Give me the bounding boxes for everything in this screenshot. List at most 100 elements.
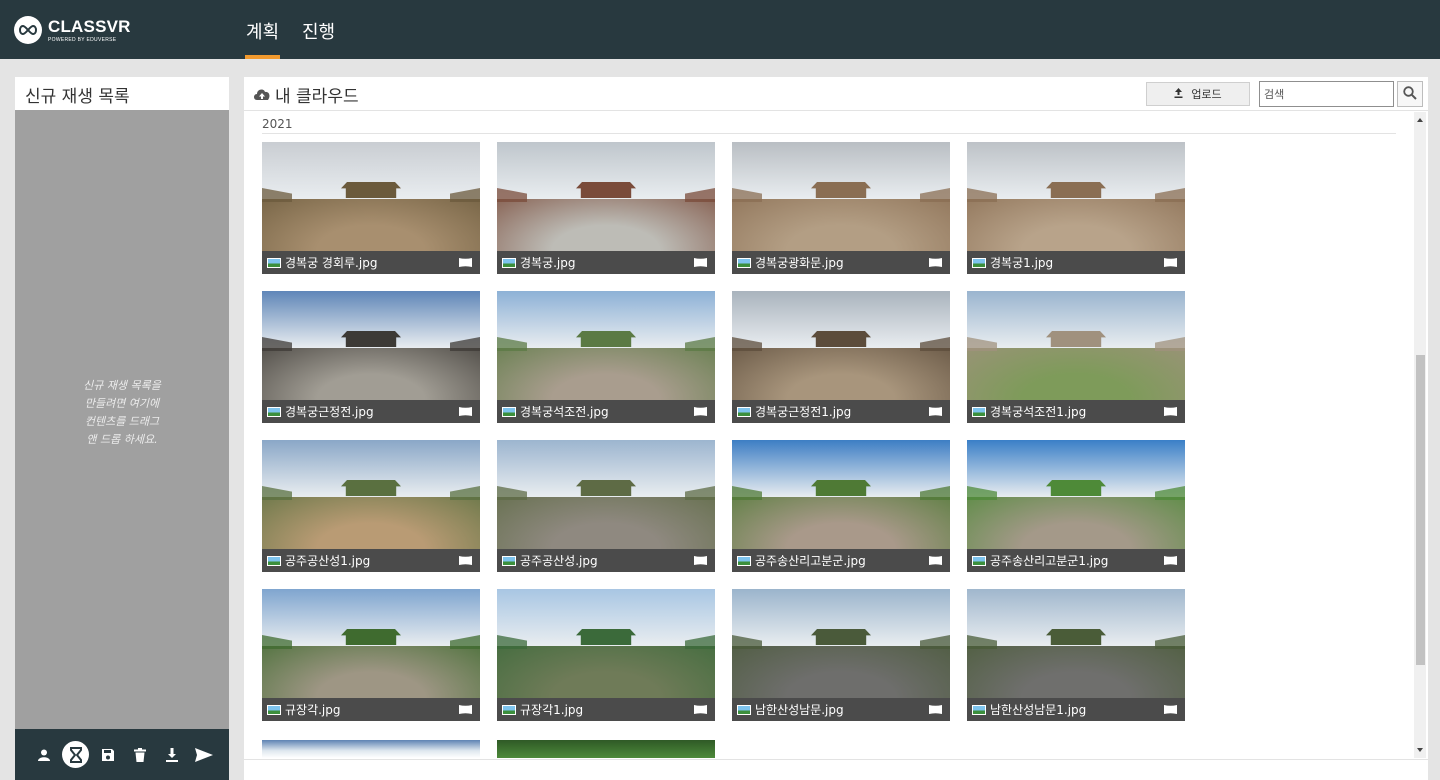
save-icon[interactable] <box>94 741 121 768</box>
image-file-icon <box>502 555 516 566</box>
media-filename: 규장각.jpg <box>285 703 341 717</box>
media-tile[interactable]: 경복궁 경회루.jpg <box>262 142 480 274</box>
image-file-icon <box>267 257 281 268</box>
media-tile[interactable]: 남한산성남문.jpg <box>732 589 950 721</box>
brand-name: CLASSVR <box>48 16 131 36</box>
media-caption: 남한산성남문.jpg <box>732 698 950 721</box>
media-caption: 공주공산성.jpg <box>497 549 715 572</box>
media-caption: 경복궁.jpg <box>497 251 715 274</box>
media-filename: 경복궁근정전1.jpg <box>755 405 852 419</box>
panorama-icon <box>459 407 472 416</box>
media-tile[interactable]: 경복궁근정전.jpg <box>262 291 480 423</box>
media-caption: 경복궁근정전1.jpg <box>732 400 950 423</box>
panorama-icon <box>459 258 472 267</box>
classvr-logo[interactable]: CLASSVR POWERED BY EDUVERSE <box>14 14 131 46</box>
image-file-icon <box>972 704 986 715</box>
image-file-icon <box>267 704 281 715</box>
scrollbar-thumb[interactable] <box>1416 355 1425 665</box>
media-tile[interactable]: 경복궁광화문.jpg <box>732 142 950 274</box>
media-filename: 공주송산리고분군.jpg <box>755 554 866 568</box>
media-filename: 경복궁광화문.jpg <box>755 256 844 270</box>
image-file-icon <box>267 555 281 566</box>
playlist-toolbar <box>15 729 229 780</box>
scroll-down-icon[interactable] <box>1416 746 1424 754</box>
media-tile[interactable]: 경복궁근정전1.jpg <box>732 291 950 423</box>
hourglass-icon[interactable] <box>62 741 89 768</box>
media-tile-partial[interactable] <box>497 740 715 758</box>
cloud-icon <box>253 85 271 105</box>
playlist-title[interactable]: 신규 재생 목록 <box>15 77 229 110</box>
media-filename: 경복궁 경회루.jpg <box>285 256 378 270</box>
media-thumbnail <box>497 440 715 549</box>
media-tile[interactable]: 공주송산리고분군1.jpg <box>967 440 1185 572</box>
media-tile-partial[interactable] <box>262 740 480 758</box>
media-caption: 경복궁근정전.jpg <box>262 400 480 423</box>
image-file-icon <box>502 406 516 417</box>
search-button[interactable] <box>1397 81 1423 107</box>
media-filename: 남한산성남문.jpg <box>755 703 844 717</box>
cloud-header: 내 클라우드 업로드 <box>244 77 1428 111</box>
media-caption: 남한산성남문1.jpg <box>967 698 1185 721</box>
media-thumbnail <box>262 589 480 698</box>
media-caption: 공주송산리고분군.jpg <box>732 549 950 572</box>
panorama-icon <box>694 407 707 416</box>
media-tile[interactable]: 남한산성남문1.jpg <box>967 589 1185 721</box>
image-file-icon <box>737 704 751 715</box>
panorama-icon <box>929 705 942 714</box>
media-thumbnail <box>732 440 950 549</box>
tab-progress[interactable]: 진행 <box>302 18 335 59</box>
upload-icon <box>1174 87 1183 101</box>
send-icon[interactable] <box>190 741 217 768</box>
media-tile[interactable]: 경복궁석조전.jpg <box>497 291 715 423</box>
media-thumbnail <box>967 291 1185 400</box>
tab-plan[interactable]: 계획 <box>244 18 281 59</box>
upload-button[interactable]: 업로드 <box>1146 82 1250 106</box>
panorama-icon <box>929 407 942 416</box>
media-thumbnail <box>262 291 480 400</box>
media-tile[interactable]: 규장각.jpg <box>262 589 480 721</box>
image-file-icon <box>502 257 516 268</box>
panorama-icon <box>1164 705 1177 714</box>
search-input[interactable] <box>1259 81 1394 107</box>
media-tile[interactable]: 규장각1.jpg <box>497 589 715 721</box>
scrollbar[interactable] <box>1414 112 1426 758</box>
media-filename: 경복궁.jpg <box>520 256 576 270</box>
image-file-icon <box>502 704 516 715</box>
image-file-icon <box>737 406 751 417</box>
playlist-drop-hint: 신규 재생 목록을 만들려면 여기에 컨텐츠를 드래그 앤 드롭 하세요. <box>83 379 161 446</box>
scroll-up-icon[interactable] <box>1416 116 1424 124</box>
panorama-icon <box>1164 556 1177 565</box>
panorama-icon <box>1164 258 1177 267</box>
media-filename: 공주송산리고분군1.jpg <box>990 554 1109 568</box>
image-file-icon <box>737 555 751 566</box>
media-tile[interactable]: 공주공산성.jpg <box>497 440 715 572</box>
media-thumbnail <box>732 291 950 400</box>
search-icon <box>1403 85 1417 104</box>
download-icon[interactable] <box>158 741 185 768</box>
trash-icon[interactable] <box>126 741 153 768</box>
panorama-icon <box>1164 407 1177 416</box>
media-tile[interactable]: 공주송산리고분군.jpg <box>732 440 950 572</box>
panorama-icon <box>459 556 472 565</box>
media-thumbnail <box>967 142 1185 251</box>
media-tile[interactable]: 경복궁석조전1.jpg <box>967 291 1185 423</box>
image-file-icon <box>972 406 986 417</box>
top-bar: CLASSVR POWERED BY EDUVERSE 계획 진행 <box>0 0 1440 59</box>
media-filename: 남한산성남문1.jpg <box>990 703 1087 717</box>
media-filename: 공주공산성1.jpg <box>285 554 371 568</box>
cloud-title: 내 클라우드 <box>275 87 359 107</box>
media-tile[interactable]: 경복궁.jpg <box>497 142 715 274</box>
cloud-panel: 내 클라우드 업로드 2021 경복궁 경회루.jpg 경복궁.jpg 경복궁광화문… <box>244 77 1428 780</box>
upload-label: 업로드 <box>1191 88 1222 101</box>
media-thumbnail <box>967 589 1185 698</box>
user-icon[interactable] <box>30 741 57 768</box>
infinity-icon <box>14 16 42 44</box>
media-filename: 경복궁석조전1.jpg <box>990 405 1087 419</box>
media-tile[interactable]: 경복궁1.jpg <box>967 142 1185 274</box>
media-caption: 경복궁1.jpg <box>967 251 1185 274</box>
media-caption: 경복궁석조전1.jpg <box>967 400 1185 423</box>
image-file-icon <box>972 555 986 566</box>
media-thumbnail <box>497 142 715 251</box>
media-tile[interactable]: 공주공산성1.jpg <box>262 440 480 572</box>
media-caption: 경복궁석조전.jpg <box>497 400 715 423</box>
